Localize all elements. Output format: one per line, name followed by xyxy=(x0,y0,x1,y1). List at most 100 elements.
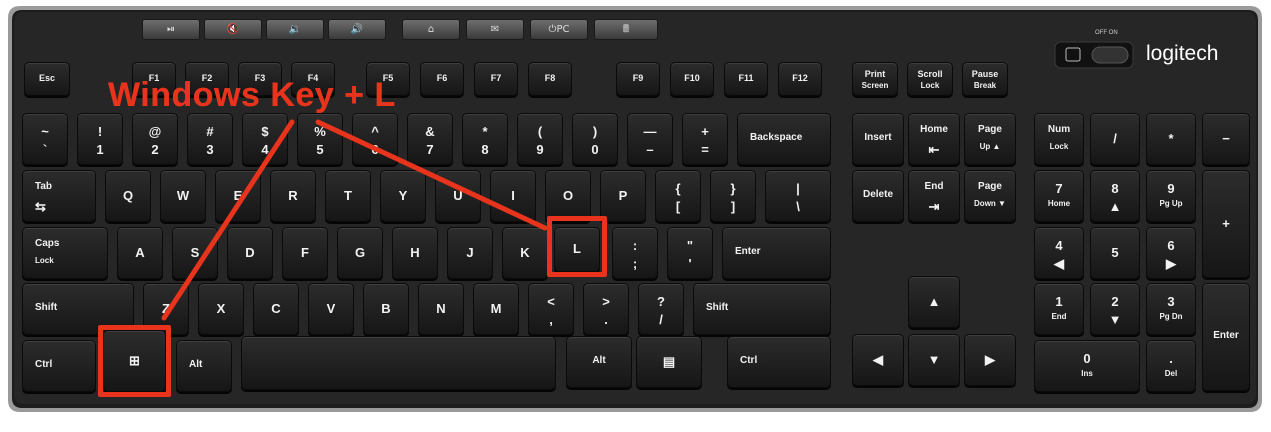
key-num7[interactable]: 7 Home xyxy=(1034,170,1084,222)
key-p[interactable]: P xyxy=(600,170,646,222)
media-key-1[interactable]: ⏯ xyxy=(142,19,200,40)
key-f6[interactable]: F6 xyxy=(420,62,464,96)
key-i[interactable]: I xyxy=(490,170,536,222)
key-quote[interactable]: " ' xyxy=(667,227,713,279)
media-key-8[interactable]: 🖩 xyxy=(594,19,658,40)
key-c[interactable]: C xyxy=(253,283,299,335)
key-num2[interactable]: 2 ▼ xyxy=(1090,283,1140,335)
key-num1[interactable]: 1 End xyxy=(1034,283,1084,335)
key-numadd[interactable]: + xyxy=(1202,170,1250,278)
key-tilde[interactable]: ~ ` xyxy=(22,113,68,165)
key-numdiv[interactable]: / xyxy=(1090,113,1140,165)
key-semicolon[interactable]: :; xyxy=(612,227,658,279)
key-lctrl[interactable]: Ctrl xyxy=(22,340,96,392)
key-prtsc[interactable]: Print Screen xyxy=(852,62,898,96)
key-menu[interactable]: ▤ xyxy=(636,336,702,388)
key-num5[interactable]: 5 xyxy=(1090,227,1140,279)
key-numenter[interactable]: Enter xyxy=(1202,283,1250,391)
key-esc[interactable]: Esc xyxy=(24,62,70,96)
key-e[interactable]: E xyxy=(215,170,261,222)
key-pgup[interactable]: Page Up ▲ xyxy=(964,113,1016,165)
key-numdot[interactable]: . Del xyxy=(1146,340,1196,392)
key-f[interactable]: F xyxy=(282,227,328,279)
media-key-5[interactable]: ⌂ xyxy=(402,19,460,40)
key-minus[interactable]: — – xyxy=(627,113,673,165)
key-num4[interactable]: 4 ◀ xyxy=(1034,227,1084,279)
key-k5[interactable]: % 5 xyxy=(297,113,343,165)
media-key-2[interactable]: 🔇 xyxy=(204,19,262,40)
key-delete[interactable]: Delete xyxy=(852,170,904,222)
key-k[interactable]: K xyxy=(502,227,548,279)
key-b[interactable]: B xyxy=(363,283,409,335)
key-k7[interactable]: & 7 xyxy=(407,113,453,165)
key-h[interactable]: H xyxy=(392,227,438,279)
key-left[interactable]: ◀ xyxy=(852,334,904,386)
key-w[interactable]: W xyxy=(160,170,206,222)
key-caps[interactable]: Caps Lock xyxy=(22,227,108,279)
media-key-6[interactable]: ✉ xyxy=(466,19,524,40)
key-num3[interactable]: 3 Pg Dn xyxy=(1146,283,1196,335)
media-key-7[interactable]: ⏻PC xyxy=(530,19,588,40)
key-space[interactable] xyxy=(241,336,556,390)
key-f9[interactable]: F9 xyxy=(616,62,660,96)
key-rctrl[interactable]: Ctrl xyxy=(727,336,831,388)
key-right[interactable]: ▶ xyxy=(964,334,1016,386)
key-slash[interactable]: ? / xyxy=(638,283,684,335)
key-rbracket[interactable]: }] xyxy=(710,170,756,222)
key-t[interactable]: T xyxy=(325,170,371,222)
key-insert[interactable]: Insert xyxy=(852,113,904,165)
key-v[interactable]: V xyxy=(308,283,354,335)
key-pause[interactable]: Pause Break xyxy=(962,62,1008,96)
key-ralt[interactable]: Alt xyxy=(566,336,632,388)
key-k6[interactable]: ^ 6 xyxy=(352,113,398,165)
media-key-4[interactable]: 🔊 xyxy=(328,19,386,40)
key-k4[interactable]: $4 xyxy=(242,113,288,165)
key-tab[interactable]: Tab ⇆ xyxy=(22,170,96,222)
key-numsub[interactable]: − xyxy=(1202,113,1250,165)
key-home[interactable]: Home ⇤ xyxy=(908,113,960,165)
key-k9[interactable]: (9 xyxy=(517,113,563,165)
key-d[interactable]: D xyxy=(227,227,273,279)
key-num8[interactable]: 8 ▲ xyxy=(1090,170,1140,222)
key-end[interactable]: End ⇥ xyxy=(908,170,960,222)
key-backspace[interactable]: Backspace xyxy=(737,113,831,165)
key-u[interactable]: U xyxy=(435,170,481,222)
key-numlk[interactable]: Num Lock xyxy=(1034,113,1084,165)
key-rshift[interactable]: Shift xyxy=(693,283,831,335)
key-num9[interactable]: 9 Pg Up xyxy=(1146,170,1196,222)
key-k3[interactable]: #3 xyxy=(187,113,233,165)
key-o[interactable]: O xyxy=(545,170,591,222)
key-f10[interactable]: F10 xyxy=(670,62,714,96)
key-num0[interactable]: 0 Ins xyxy=(1034,340,1140,392)
key-pgdn[interactable]: Page Down ▼ xyxy=(964,170,1016,222)
key-k8[interactable]: * 8 xyxy=(462,113,508,165)
key-comma[interactable]: <, xyxy=(528,283,574,335)
key-q[interactable]: Q xyxy=(105,170,151,222)
key-nummul[interactable]: * xyxy=(1146,113,1196,165)
key-m[interactable]: M xyxy=(473,283,519,335)
key-k0[interactable]: ) 0 xyxy=(572,113,618,165)
key-up[interactable]: ▲ xyxy=(908,276,960,328)
key-enter[interactable]: Enter xyxy=(722,227,831,279)
key-r[interactable]: R xyxy=(270,170,316,222)
key-scrlk[interactable]: Scroll Lock xyxy=(907,62,953,96)
key-k2[interactable]: @2 xyxy=(132,113,178,165)
key-a[interactable]: A xyxy=(117,227,163,279)
key-s[interactable]: S xyxy=(172,227,218,279)
key-equal[interactable]: + = xyxy=(682,113,728,165)
key-n[interactable]: N xyxy=(418,283,464,335)
key-backslash[interactable]: | \ xyxy=(765,170,831,222)
key-j[interactable]: J xyxy=(447,227,493,279)
key-k1[interactable]: ! 1 xyxy=(77,113,123,165)
media-key-3[interactable]: 🔉 xyxy=(266,19,324,40)
key-x[interactable]: X xyxy=(198,283,244,335)
key-f7[interactable]: F7 xyxy=(474,62,518,96)
key-period[interactable]: >. xyxy=(583,283,629,335)
key-f11[interactable]: F11 xyxy=(724,62,768,96)
key-lbracket[interactable]: {[ xyxy=(655,170,701,222)
key-f12[interactable]: F12 xyxy=(778,62,822,96)
key-down[interactable]: ▼ xyxy=(908,334,960,386)
key-y[interactable]: Y xyxy=(380,170,426,222)
key-f8[interactable]: F8 xyxy=(528,62,572,96)
key-num6[interactable]: 6 ▶ xyxy=(1146,227,1196,279)
